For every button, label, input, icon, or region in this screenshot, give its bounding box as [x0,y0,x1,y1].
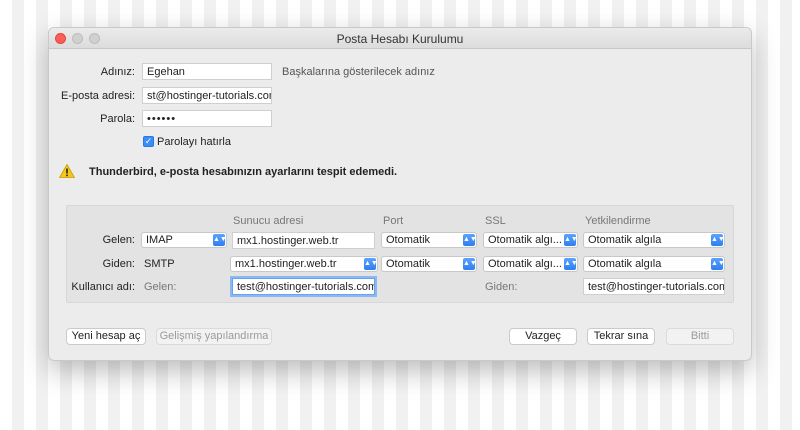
incoming-protocol-select[interactable]: IMAP ▲▼ [141,232,227,248]
outgoing-port-value: Otomatik [386,258,431,270]
remember-password-label: Parolayı hatırla [157,136,231,148]
outgoing-ssl-value: Otomatik algı... [488,258,562,270]
name-label: Adınız: [100,66,135,78]
incoming-username-input[interactable]: test@hostinger-tutorials.com [232,278,375,295]
email-input[interactable]: st@hostinger-tutorials.com [142,87,272,104]
header-ssl: SSL [485,215,506,227]
outgoing-label: Giden: [102,258,135,270]
outgoing-username-input[interactable]: test@hostinger-tutorials.com [583,278,725,295]
password-label: Parola: [100,113,135,125]
incoming-ssl-value: Otomatik algı... [488,234,562,246]
outgoing-protocol: SMTP [144,258,175,270]
username-label: Kullanıcı adı: [71,281,135,293]
window-title: Posta Hesabı Kurulumu [336,32,464,46]
done-button[interactable]: Bitti [666,328,734,345]
title-bar: Posta Hesabı Kurulumu [49,28,751,49]
remember-password-checkbox[interactable]: ✓ [143,136,154,147]
incoming-ssl-select[interactable]: Otomatik algı... ▲▼ [483,232,578,248]
username-outgoing-label: Giden: [485,281,518,293]
warning-icon [59,164,75,178]
name-hint: Başkalarına gösterilecek adınız [282,66,435,78]
chevron-updown-icon: ▲▼ [711,258,724,270]
name-input[interactable]: Egehan [142,63,272,80]
incoming-server-input[interactable]: mx1.hostinger.web.tr [232,232,375,249]
incoming-port-value: Otomatik [386,234,431,246]
new-account-button[interactable]: Yeni hesap aç [66,328,146,345]
incoming-auth-select[interactable]: Otomatik algıla ▲▼ [583,232,725,248]
incoming-label: Gelen: [102,234,135,246]
chevron-updown-icon: ▲▼ [463,234,476,246]
incoming-port-select[interactable]: Otomatik ▲▼ [381,232,477,248]
server-settings-panel: Sunucu adresi Port SSL Yetkilendirme Gel… [66,205,734,303]
header-server: Sunucu adresi [233,215,304,227]
header-port: Port [383,215,404,227]
warning-message: Thunderbird, e-posta hesabınızın ayarlar… [89,166,398,178]
retry-button[interactable]: Tekrar sına [587,328,655,345]
outgoing-server-select[interactable]: mx1.hostinger.web.tr ▲▼ [230,256,378,272]
advanced-config-button[interactable]: Gelişmiş yapılandırma [156,328,272,345]
incoming-protocol-value: IMAP [146,234,173,246]
chevron-updown-icon: ▲▼ [364,258,377,270]
outgoing-auth-value: Otomatik algıla [588,258,662,270]
password-input[interactable]: •••••• [142,110,272,127]
cancel-button[interactable]: Vazgeç [509,328,577,345]
chevron-updown-icon: ▲▼ [711,234,724,246]
outgoing-port-select[interactable]: Otomatik ▲▼ [381,256,477,272]
incoming-auth-value: Otomatik algıla [588,234,662,246]
outgoing-ssl-select[interactable]: Otomatik algı... ▲▼ [483,256,578,272]
chevron-updown-icon: ▲▼ [564,234,577,246]
chevron-updown-icon: ▲▼ [564,258,577,270]
header-auth: Yetkilendirme [585,215,651,227]
chevron-updown-icon: ▲▼ [213,234,226,246]
outgoing-auth-select[interactable]: Otomatik algıla ▲▼ [583,256,725,272]
email-label: E-posta adresi: [61,90,135,102]
outgoing-server-value: mx1.hostinger.web.tr [235,258,337,270]
chevron-updown-icon: ▲▼ [463,258,476,270]
username-incoming-label: Gelen: [144,281,177,293]
account-setup-window: Posta Hesabı Kurulumu Adınız: Egehan Baş… [49,28,751,360]
